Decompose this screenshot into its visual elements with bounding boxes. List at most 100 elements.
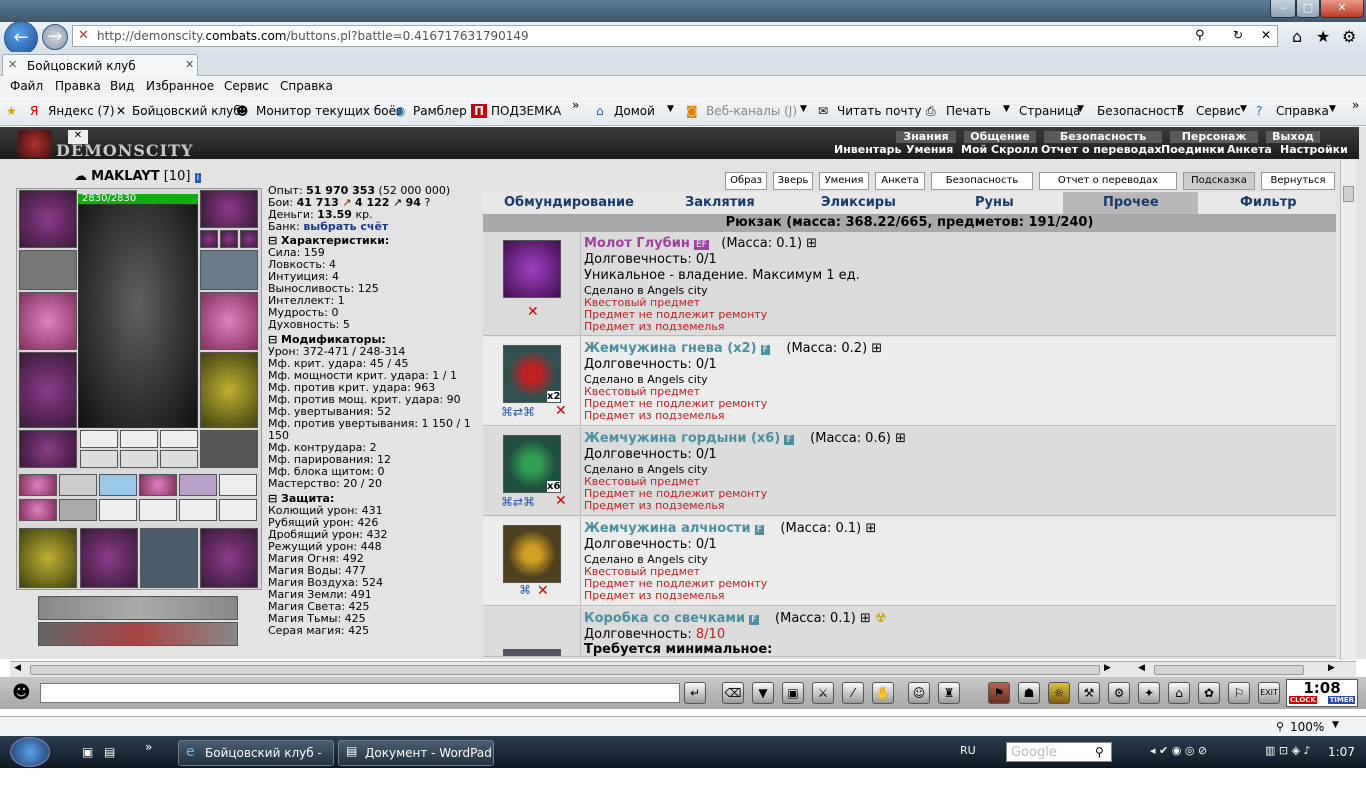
transfers-report-button[interactable]: Отчет о переводах <box>1039 172 1177 190</box>
action-icon-6[interactable]: ✦ <box>1138 682 1160 704</box>
back-icon[interactable]: ← <box>4 21 38 55</box>
quick-slot[interactable] <box>59 499 97 521</box>
quick-slot[interactable] <box>219 474 257 496</box>
item-image[interactable] <box>503 649 561 656</box>
nav-skills[interactable]: Умения <box>906 144 953 156</box>
profile-button[interactable]: Анкета <box>875 172 925 190</box>
stop-icon[interactable]: ✕ <box>1261 28 1271 42</box>
gloves-slot[interactable] <box>200 250 258 290</box>
clear-icon[interactable]: ⌫ <box>722 682 744 704</box>
forward-icon[interactable]: → <box>42 24 68 50</box>
menu-view[interactable]: Вид <box>110 79 134 93</box>
quick-slot[interactable] <box>19 499 57 521</box>
security-button[interactable]: Безопасность <box>931 172 1033 190</box>
tab-filter[interactable]: Фильтр <box>1240 195 1297 210</box>
hint-button[interactable]: Подсказка <box>1183 172 1255 190</box>
browser-tab[interactable]: ✕ Бойцовский клуб ✕ <box>2 54 198 76</box>
chevron-down-icon[interactable]: ▼ <box>1177 104 1184 114</box>
refresh-icon[interactable]: ↻ <box>1233 28 1243 42</box>
start-button[interactable] <box>10 737 50 767</box>
item-name[interactable]: Жемчужина гордыни (x6) <box>584 431 780 446</box>
tab-elixirs[interactable]: Эликсиры <box>821 195 896 210</box>
chat-head-icon[interactable]: ☻ <box>12 682 31 703</box>
chevron-down-icon[interactable]: ▼ <box>1332 720 1339 730</box>
info-icon[interactable]: i <box>194 173 202 183</box>
skills-button[interactable]: Умения <box>819 172 869 190</box>
toolbar-home[interactable]: Домой <box>614 104 655 118</box>
save-icon[interactable]: ▣ <box>782 682 804 704</box>
delete-icon[interactable]: ✕ <box>537 583 549 599</box>
def-section-header[interactable]: ⊟ Защита: <box>268 493 478 505</box>
chevron-down-icon[interactable]: ▼ <box>667 104 674 114</box>
spell-bar-2[interactable] <box>38 622 238 646</box>
pet-item-slot[interactable] <box>19 528 77 588</box>
armor-slot[interactable] <box>19 352 77 428</box>
chevron-more-icon[interactable]: » <box>1352 98 1359 112</box>
toolbar-safety[interactable]: Безопасность <box>1097 104 1184 118</box>
google-search-box[interactable]: Google ⚲ <box>1006 742 1112 762</box>
gift-icon[interactable]: ⊞ <box>860 611 871 626</box>
bank-link[interactable]: выбрать счёт <box>303 221 388 233</box>
task-ie[interactable]: Бойцовский клуб - ... <box>178 740 334 784</box>
vertical-scrollbar[interactable] <box>1340 160 1356 660</box>
potion-slot-2[interactable] <box>120 430 158 448</box>
flag-icon[interactable]: ⚐ <box>1228 682 1250 704</box>
ring-slot-3[interactable] <box>240 230 258 248</box>
image-button[interactable]: Образ <box>725 172 767 190</box>
fighter-icon[interactable]: ⚔ <box>812 682 834 704</box>
quick-slot[interactable] <box>99 499 137 521</box>
action-icons[interactable]: ⌘ <box>519 583 531 597</box>
nav-settings[interactable]: Настройки <box>1280 144 1348 156</box>
toolbar-print[interactable]: Печать <box>946 104 991 118</box>
bracers-slot[interactable] <box>19 250 77 290</box>
menu-tools[interactable]: Сервис <box>224 79 269 93</box>
hand-icon[interactable]: ✋ <box>872 682 894 704</box>
pet-item-slot[interactable] <box>80 528 138 588</box>
action-icons[interactable]: ⌘⇄⌘ <box>501 495 535 509</box>
item-name[interactable]: Молот Глубин <box>584 236 690 251</box>
address-bar[interactable]: ✕ http://demonscity.combats.com/buttons.… <box>72 25 1278 47</box>
ring-slot-1[interactable] <box>200 230 218 248</box>
action-icon-1[interactable]: ⚑ <box>988 682 1010 704</box>
potion-slot-3[interactable] <box>160 430 198 448</box>
return-button[interactable]: Вернуться <box>1261 172 1335 190</box>
chevron-more-icon[interactable]: » <box>572 98 579 112</box>
smile-icon[interactable]: ☺ <box>908 682 930 704</box>
delete-icon[interactable]: ✕ <box>555 403 567 419</box>
weapon-left-slot[interactable] <box>19 292 77 350</box>
fav-rambler[interactable]: Рамблер <box>413 104 467 118</box>
nav-character[interactable]: Персонаж <box>1170 131 1258 143</box>
toolbar-tools[interactable]: Сервис <box>1196 104 1241 118</box>
tray-network-icons[interactable]: ▥ ⊡ ◈ ♪ <box>1265 744 1311 757</box>
show-desktop-icon[interactable]: ▣ <box>82 745 93 759</box>
nav-security[interactable]: Безопасность <box>1044 131 1162 143</box>
minimize-button[interactable]: – <box>1270 0 1296 18</box>
tab-runes[interactable]: Руны <box>975 195 1014 210</box>
quick-slot[interactable] <box>99 474 137 496</box>
quick-slot[interactable] <box>59 474 97 496</box>
character-avatar[interactable] <box>78 204 198 428</box>
home-icon[interactable]: ⌂ <box>1292 27 1302 46</box>
menu-help[interactable]: Справка <box>280 79 333 93</box>
helmet-slot[interactable] <box>19 190 77 248</box>
action-icon-3[interactable]: ☼ <box>1048 682 1070 704</box>
ring-slot-2[interactable] <box>220 230 238 248</box>
delete-icon[interactable]: ✕ <box>527 304 539 320</box>
gift-icon[interactable]: ⊞ <box>895 431 906 446</box>
nav-profile[interactable]: Анкета <box>1227 144 1272 156</box>
nav-inventory[interactable]: Инвентарь <box>834 144 901 156</box>
nav-transfers[interactable]: Отчет о переводах <box>1041 144 1162 156</box>
item-name[interactable]: Жемчужина алчности <box>584 521 751 536</box>
rune-slot-3[interactable] <box>160 450 198 468</box>
pet-button[interactable]: Зверь <box>773 172 813 190</box>
tab-spells[interactable]: Заклятия <box>685 195 755 210</box>
gift-icon[interactable]: ⊞ <box>865 521 876 536</box>
belt-slot[interactable] <box>19 430 77 468</box>
chevron-down-icon[interactable]: ▼ <box>1240 104 1247 114</box>
search-icon[interactable]: ⚲ <box>1095 745 1104 759</box>
nav-my-scroll[interactable]: Мой Скролл <box>961 144 1038 156</box>
potion-slot-1[interactable] <box>80 430 118 448</box>
chevron-down-icon[interactable]: ▼ <box>800 104 807 114</box>
nav-exit[interactable]: Выход <box>1266 131 1320 143</box>
favorites-star-icon[interactable]: ★ <box>1316 27 1330 46</box>
